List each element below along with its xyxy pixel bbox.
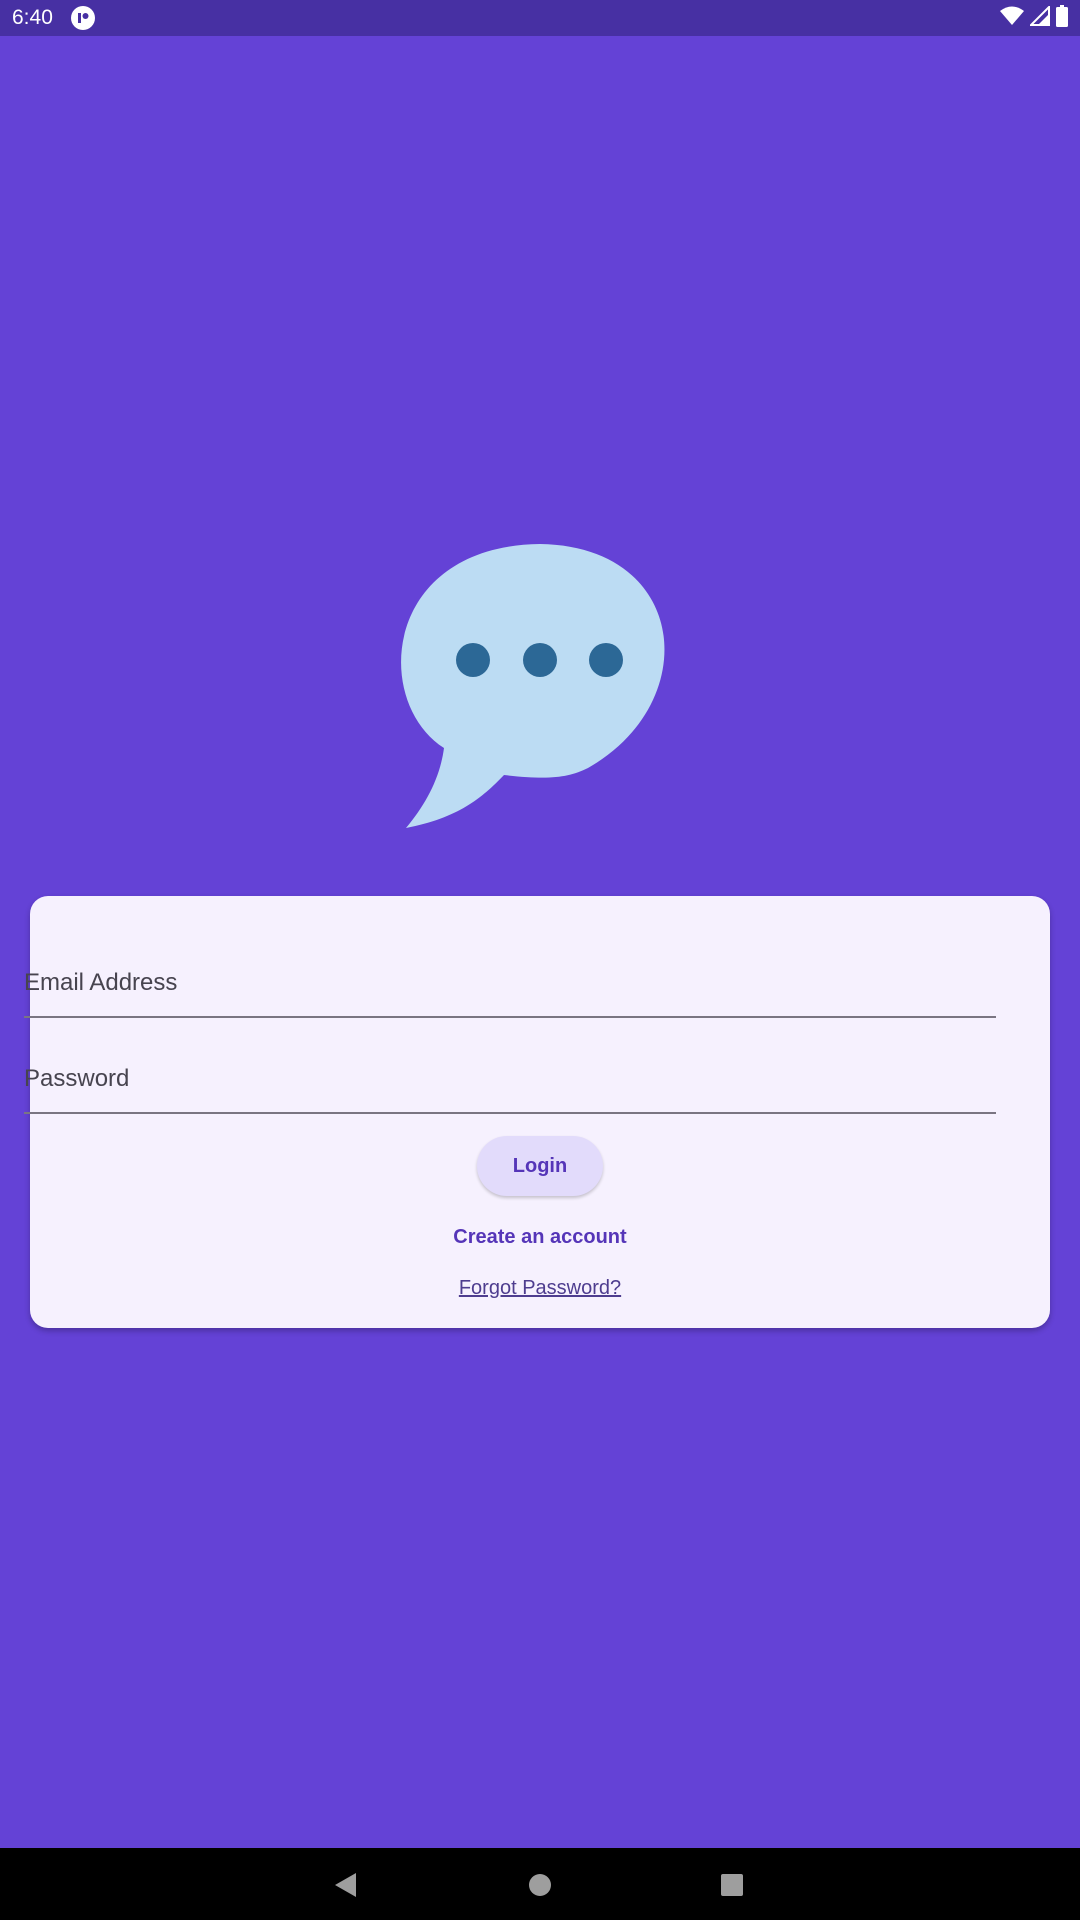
status-left: 6:40 [12,6,95,30]
create-account-link[interactable]: Create an account [0,1226,1080,1249]
back-icon[interactable] [334,1872,358,1903]
navigation-bar [0,1848,1080,1920]
recent-apps-icon[interactable] [721,1874,743,1896]
email-input[interactable] [24,936,996,1016]
password-input[interactable] [24,1032,996,1112]
login-button[interactable]: Login [477,1136,603,1196]
bubble-dot [589,643,623,677]
bubble-dot [523,643,557,677]
app-notification-icon [70,6,95,30]
bubble-dot [456,643,490,677]
email-field[interactable] [24,936,996,1018]
wifi-icon [1000,6,1024,31]
battery-icon [1056,4,1068,32]
chat-bubble-shape [401,544,665,828]
home-icon[interactable] [529,1874,551,1896]
status-right [1000,4,1068,32]
status-time: 6:40 [12,6,53,29]
forgot-password-link[interactable]: Forgot Password? [0,1277,1080,1300]
signal-icon [1028,4,1050,31]
chat-bubble-icon [388,542,692,835]
password-field[interactable] [24,1032,996,1114]
status-bar: 6:40 [0,0,1080,36]
